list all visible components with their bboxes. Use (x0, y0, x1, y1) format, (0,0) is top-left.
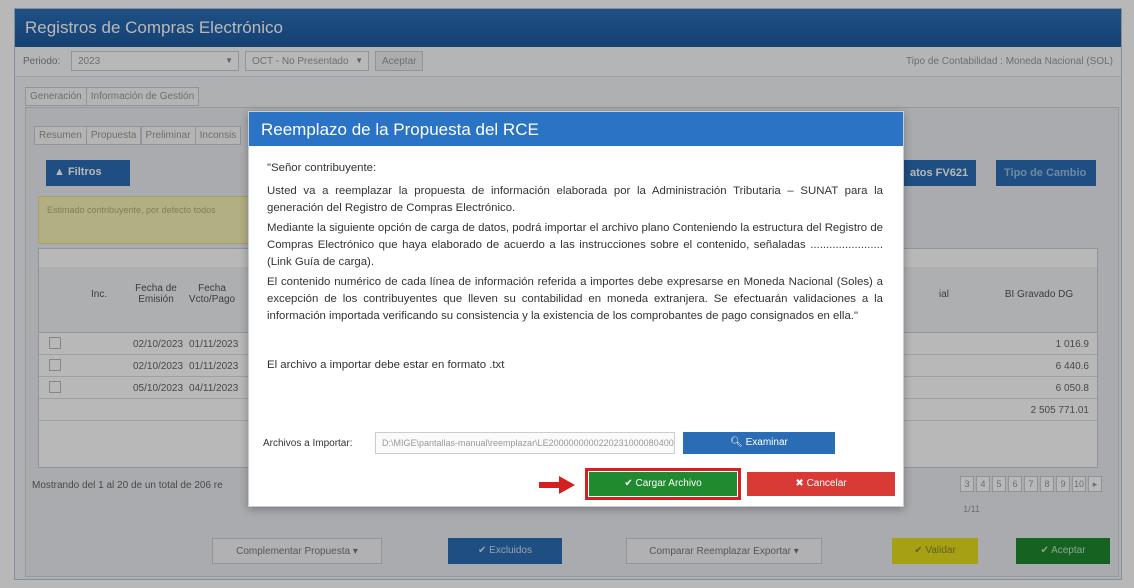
arrow-right-icon (539, 476, 575, 494)
import-label: Archivos a Importar: (263, 438, 353, 449)
modal-paragraph-1: Usted va a reemplazar la propuesta de in… (267, 185, 883, 214)
examinar-button[interactable]: 🔍︎ Examinar (683, 432, 835, 454)
modal-body: "Señor contribuyente: Usted va a reempla… (249, 146, 903, 374)
cargar-archivo-button[interactable]: ✔ Cargar Archivo (585, 468, 741, 500)
modal-salutation: "Señor contribuyente: (267, 162, 377, 174)
cancelar-button[interactable]: ✖ Cancelar (747, 472, 895, 496)
modal-title: Reemplazo de la Propuesta del RCE (249, 112, 903, 146)
examinar-label: Examinar (745, 437, 788, 448)
check-icon: ✔ (624, 478, 636, 489)
file-path-input[interactable]: D:\MIGE\pantallas-manual\reemplazar\LE20… (375, 432, 675, 454)
modal-paragraph-2: Mediante la siguiente opción de carga de… (267, 222, 883, 268)
cancelar-label: Cancelar (806, 478, 847, 489)
reemplazo-modal: Reemplazo de la Propuesta del RCE "Señor… (248, 111, 904, 507)
import-row: Archivos a Importar: D:\MIGE\pantallas-m… (263, 432, 893, 456)
modal-paragraph-3: El contenido numérico de cada línea de i… (267, 276, 883, 322)
format-note: El archivo a importar debe estar en form… (267, 359, 505, 371)
close-icon: ✖ (795, 478, 807, 489)
search-icon: 🔍︎ (730, 437, 746, 448)
cargar-label: Cargar Archivo (635, 478, 702, 489)
